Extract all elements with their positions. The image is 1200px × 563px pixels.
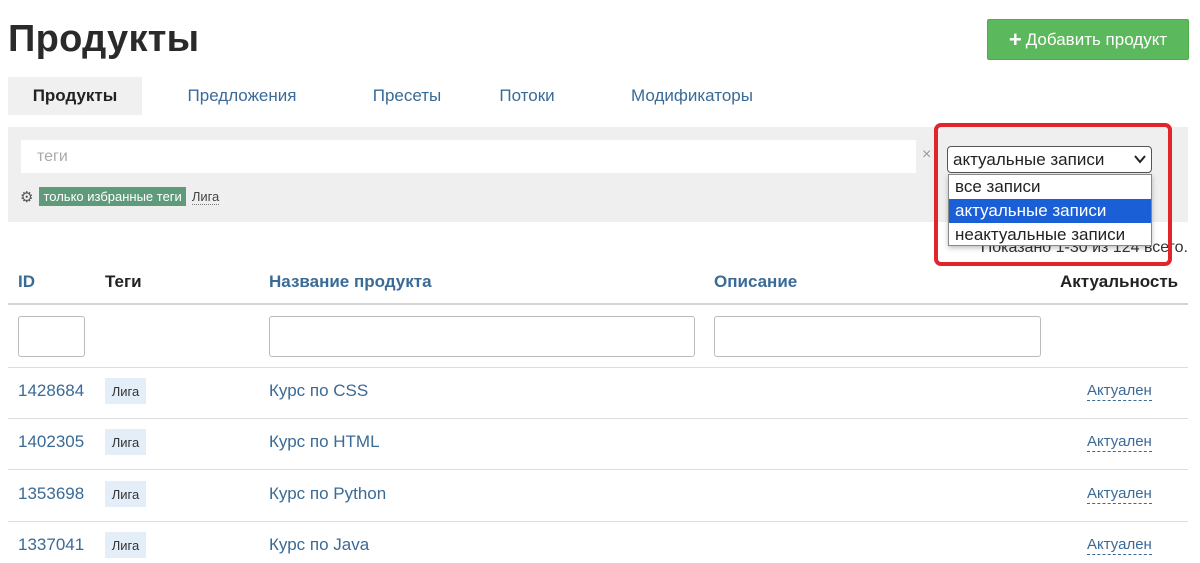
name-filter-input[interactable]: [269, 316, 695, 357]
row-tag: Лига: [105, 532, 146, 558]
row-id[interactable]: 1337041: [18, 535, 84, 555]
clear-icon[interactable]: ×: [922, 146, 931, 164]
favorites-only-badge[interactable]: только избранные теги: [39, 187, 186, 206]
column-header-status: Актуальность: [1060, 272, 1179, 291]
row-tag: Лига: [105, 429, 146, 455]
row-tag: Лига: [105, 481, 146, 507]
highlight-frame: [934, 123, 1172, 266]
tab-bar: Продукты Предложения Пресеты Потоки Моди…: [8, 77, 802, 115]
tab-modifiers[interactable]: Модификаторы: [582, 77, 802, 115]
row-status[interactable]: Актуален: [1087, 382, 1152, 401]
row-name[interactable]: Курс по Python: [269, 484, 386, 504]
add-product-button[interactable]: + Добавить продукт: [987, 19, 1189, 60]
row-status[interactable]: Актуален: [1087, 536, 1152, 555]
header-divider: [8, 303, 1188, 305]
tab-presets[interactable]: Пресеты: [342, 77, 472, 115]
row-name[interactable]: Курс по CSS: [269, 381, 368, 401]
tab-products[interactable]: Продукты: [8, 77, 142, 115]
gear-icon[interactable]: ⚙: [20, 188, 33, 206]
favorite-tags-row: ⚙ только избранные теги Лига: [20, 187, 220, 206]
column-header-description[interactable]: Описание: [714, 272, 797, 292]
id-filter-input[interactable]: [18, 316, 85, 357]
column-header-tags: Теги: [105, 272, 142, 291]
row-status[interactable]: Актуален: [1087, 485, 1152, 504]
row-id[interactable]: 1353698: [18, 484, 84, 504]
row-divider: [8, 521, 1188, 522]
tab-offers[interactable]: Предложения: [142, 77, 342, 115]
plus-icon: +: [1008, 26, 1022, 52]
column-header-name[interactable]: Название продукта: [269, 272, 432, 292]
row-divider: [8, 418, 1188, 419]
page-title: Продукты: [8, 18, 200, 60]
description-filter-input[interactable]: [714, 316, 1041, 357]
row-name[interactable]: Курс по HTML: [269, 432, 380, 452]
add-product-label: Добавить продукт: [1025, 29, 1168, 49]
column-header-id[interactable]: ID: [18, 272, 35, 292]
row-id[interactable]: 1428684: [18, 381, 84, 401]
row-tag: Лига: [105, 378, 146, 404]
tab-streams[interactable]: Потоки: [472, 77, 582, 115]
row-divider: [8, 469, 1188, 470]
row-divider: [8, 367, 1188, 368]
tags-input[interactable]: [21, 140, 916, 173]
favorite-tag[interactable]: Лига: [191, 189, 220, 205]
row-status[interactable]: Актуален: [1087, 433, 1152, 452]
row-name[interactable]: Курс по Java: [269, 535, 369, 555]
row-id[interactable]: 1402305: [18, 432, 84, 452]
